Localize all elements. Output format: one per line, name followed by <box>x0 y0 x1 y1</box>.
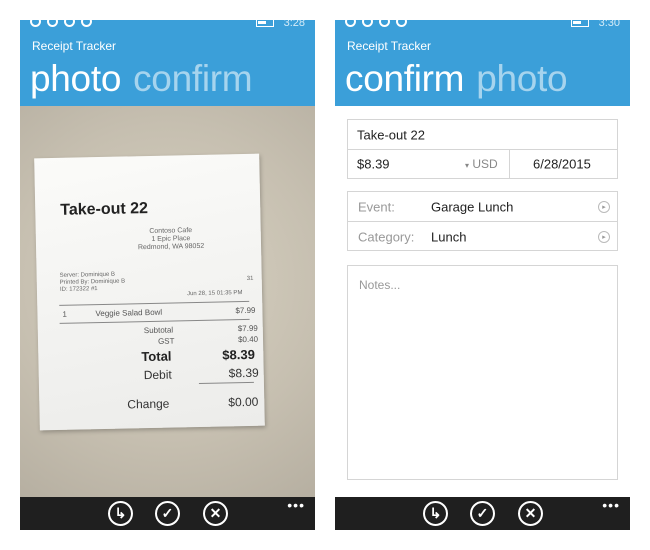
notification-icon <box>362 20 373 27</box>
add-receipt-icon: ↳ <box>114 505 127 521</box>
debit-label: Debit <box>143 367 172 383</box>
amount-field[interactable]: $8.39 <box>357 157 390 172</box>
gst-label: GST <box>157 336 175 346</box>
close-icon: ✕ <box>524 505 537 521</box>
divider <box>348 221 617 222</box>
pivot-header: confirm photo <box>345 58 568 100</box>
pivot-item-confirm[interactable]: confirm <box>345 58 465 99</box>
chevron-down-icon: ▾ <box>465 161 470 170</box>
receipt-datetime: Jun 28, 15 01:35 PM <box>186 290 243 298</box>
notification-icon <box>345 20 356 27</box>
pivot-header: photo confirm <box>30 58 253 100</box>
divider <box>348 149 617 150</box>
event-picker-icon[interactable]: ▸ <box>598 201 610 213</box>
receipt-photo: Take-out 22 Contoso Cafe 1 Epic Place Re… <box>20 106 315 497</box>
app-title: Receipt Tracker <box>347 39 432 53</box>
subtotal-value: $7.99 <box>237 323 258 334</box>
check-icon: ✓ <box>161 505 174 521</box>
status-bar: 3:30 <box>335 20 630 36</box>
battery-icon <box>570 20 589 27</box>
status-bar: 3:28 <box>20 20 315 36</box>
debit-value: $8.39 <box>228 365 259 381</box>
close-icon: ✕ <box>209 505 222 521</box>
confirm-form: Take-out 22 $8.39 ▾ USD 6/28/2015 Event:… <box>335 106 630 497</box>
currency-select[interactable]: ▾ USD <box>465 157 498 171</box>
notification-icon <box>47 20 58 27</box>
divider <box>198 381 254 384</box>
divider <box>59 318 250 324</box>
category-picker-icon[interactable]: ▸ <box>598 231 610 243</box>
pivot-item-photo[interactable]: photo <box>30 58 121 99</box>
add-receipt-button[interactable]: ↳ <box>423 501 448 526</box>
phone-screen-photo: 3:28 Receipt Tracker photo confirm Take-o… <box>20 20 315 530</box>
total-label: Total <box>141 348 172 365</box>
notes-field[interactable]: Notes... <box>347 265 618 480</box>
app-bar: ↳ ✓ ✕ ••• <box>20 497 315 530</box>
more-button[interactable]: ••• <box>602 497 620 513</box>
pivot-item-photo[interactable]: photo <box>476 58 567 99</box>
add-receipt-icon: ↳ <box>429 505 442 521</box>
receipt: Take-out 22 Contoso Cafe 1 Epic Place Re… <box>34 153 265 431</box>
notes-placeholder: Notes... <box>359 278 401 292</box>
app-title: Receipt Tracker <box>32 39 117 53</box>
status-right: 3:28 <box>255 20 305 29</box>
pivot-item-confirm[interactable]: confirm <box>133 58 253 99</box>
change-label: Change <box>127 396 170 412</box>
category-label: Category: <box>358 229 415 245</box>
item-price: $7.99 <box>235 305 256 316</box>
header: 3:30 Receipt Tracker confirm photo <box>335 20 630 106</box>
wifi-icon <box>396 20 407 27</box>
check-icon: ✓ <box>476 505 489 521</box>
header: 3:28 Receipt Tracker photo confirm <box>20 20 315 106</box>
receipt-title: Take-out 22 <box>60 200 149 219</box>
add-receipt-button[interactable]: ↳ <box>108 501 133 526</box>
gst-value: $0.40 <box>237 334 259 345</box>
item-name: Veggie Salad Bowl <box>95 307 163 319</box>
status-icons <box>345 20 407 27</box>
divider <box>59 300 250 306</box>
event-label: Event: <box>358 199 395 215</box>
store-info: Contoso Cafe 1 Epic Place Redmond, WA 98… <box>106 226 236 253</box>
app-bar: ↳ ✓ ✕ ••• <box>335 497 630 530</box>
currency-value: USD <box>472 157 498 171</box>
id-line: ID: 172322 #1 <box>59 286 98 293</box>
status-time: 3:30 <box>598 20 620 29</box>
accept-button[interactable]: ✓ <box>470 501 495 526</box>
event-field[interactable]: Garage Lunch <box>431 200 513 215</box>
status-right: 3:30 <box>570 20 620 29</box>
table-number: 31 <box>246 275 254 282</box>
subtotal-label: Subtotal <box>143 325 174 336</box>
notification-icon <box>30 20 41 27</box>
title-field[interactable]: Take-out 22 <box>357 128 425 143</box>
cancel-button[interactable]: ✕ <box>518 501 543 526</box>
receipt-details-group: Take-out 22 $8.39 ▾ USD 6/28/2015 <box>347 119 618 179</box>
wifi-icon <box>81 20 92 27</box>
store-city: Redmond, WA 98052 <box>137 242 205 252</box>
status-icons <box>30 20 92 27</box>
signal-icon <box>64 20 75 27</box>
battery-icon <box>255 20 274 27</box>
divider <box>509 150 510 179</box>
canvas: 3:28 Receipt Tracker photo confirm Take-o… <box>0 0 650 550</box>
date-field[interactable]: 6/28/2015 <box>533 157 591 172</box>
accept-button[interactable]: ✓ <box>155 501 180 526</box>
server-info: Server: Dominique B Printed By: Dominiqu… <box>60 272 126 294</box>
total-value: $8.39 <box>222 346 256 363</box>
status-time: 3:28 <box>283 20 305 29</box>
change-value: $0.00 <box>228 394 259 410</box>
category-field[interactable]: Lunch <box>431 230 466 245</box>
cancel-button[interactable]: ✕ <box>203 501 228 526</box>
item-qty: 1 <box>62 309 67 319</box>
signal-icon <box>379 20 390 27</box>
classification-group: Event: Garage Lunch ▸ Category: Lunch ▸ <box>347 191 618 251</box>
phone-screen-confirm: 3:30 Receipt Tracker confirm photo Take-o… <box>335 20 630 530</box>
more-button[interactable]: ••• <box>287 497 305 513</box>
